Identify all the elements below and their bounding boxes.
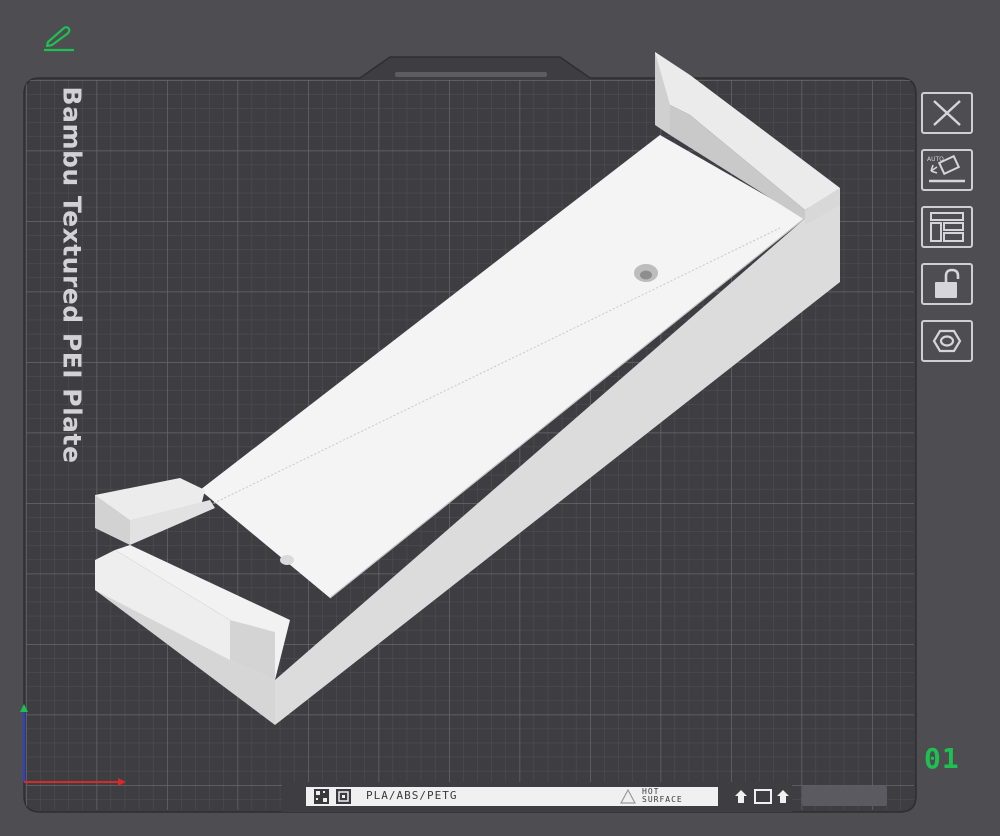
hot-surface-label: HOT SURFACE — [642, 788, 712, 804]
3d-viewport[interactable] — [0, 0, 1000, 836]
lock-open-icon — [935, 268, 960, 298]
plate-settings-button[interactable] — [921, 320, 973, 362]
edit-plate-name-icon[interactable] — [40, 24, 76, 52]
close-icon — [933, 100, 961, 126]
close-plate-button[interactable] — [921, 92, 973, 134]
plate-info-strip: PLA/ABS/PETG HOT SURFACE — [306, 787, 718, 806]
surface-symbols-icon — [735, 789, 789, 804]
hot-surface-warning-icon — [620, 789, 636, 804]
plate-toolbar: AUTO — [921, 92, 977, 377]
lock-plate-button[interactable] — [921, 263, 973, 305]
arrange-icon — [930, 212, 964, 242]
plate-name: Bambu Textured PEI Plate — [57, 86, 87, 464]
x-axis-arrow — [118, 778, 126, 786]
arrange-button[interactable] — [921, 206, 973, 248]
plate-type-icon — [336, 789, 351, 804]
z-axis-arrow — [20, 704, 28, 712]
hot-surface-line2: SURFACE — [642, 795, 683, 804]
auto-orient-button[interactable]: AUTO — [921, 149, 973, 191]
hex-nut-icon — [932, 329, 962, 353]
axis-gizmo — [20, 704, 126, 786]
plate-material-label: PLA/ABS/PETG — [366, 789, 458, 802]
qr-icon — [314, 789, 329, 804]
auto-orient-icon: AUTO — [927, 154, 965, 183]
plate-number: 01 — [924, 742, 960, 775]
